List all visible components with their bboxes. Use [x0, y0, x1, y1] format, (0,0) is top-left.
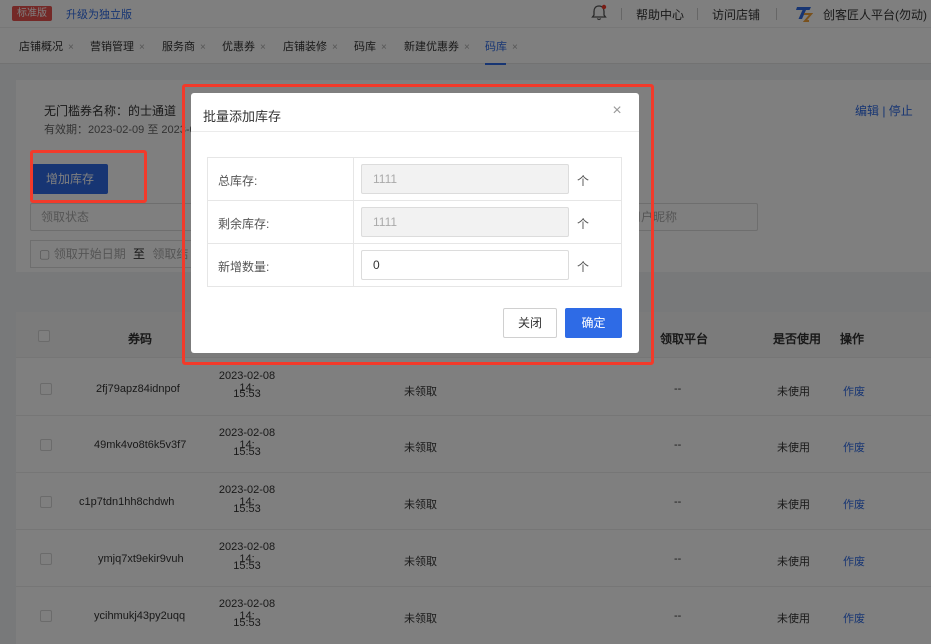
stock-form: 总库存: 1111 个 剩余库存: 1111 个 新增数量: 0 个	[207, 157, 622, 287]
remaining-stock-label: 剩余库存:	[218, 217, 270, 231]
confirm-button[interactable]: 确定	[565, 308, 622, 338]
remaining-stock-field: 1111	[361, 207, 569, 237]
unit-label: 个	[577, 174, 590, 188]
batch-add-stock-dialog: 批量添加库存 × 总库存: 1111 个 剩余库存: 1111 个 新增数量: …	[191, 93, 639, 353]
dialog-title: 批量添加库存	[203, 109, 282, 124]
divider	[353, 244, 354, 287]
total-stock-row: 总库存: 1111 个	[208, 158, 621, 201]
divider	[191, 131, 639, 132]
total-stock-field: 1111	[361, 164, 569, 194]
divider	[353, 201, 354, 243]
remaining-stock-row: 剩余库存: 1111 个	[208, 201, 621, 244]
unit-label: 个	[577, 217, 590, 231]
divider	[353, 158, 354, 200]
close-button[interactable]: 关闭	[503, 308, 557, 338]
close-icon[interactable]: ×	[609, 103, 625, 119]
add-quantity-input[interactable]: 0	[361, 250, 569, 280]
add-quantity-label: 新增数量:	[218, 260, 270, 274]
total-stock-label: 总库存:	[218, 174, 258, 188]
unit-label: 个	[577, 260, 590, 274]
add-quantity-row: 新增数量: 0 个	[208, 244, 621, 287]
